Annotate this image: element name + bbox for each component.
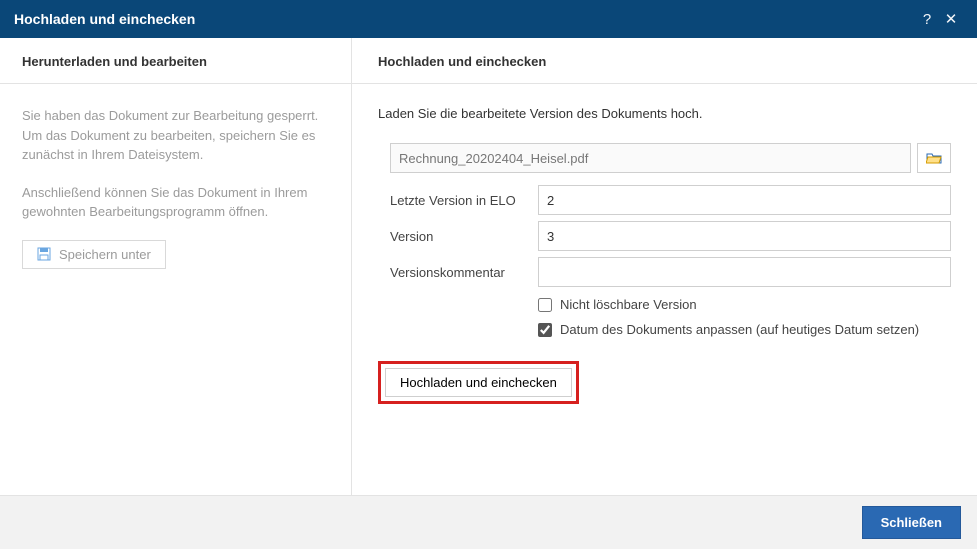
row-version: Version [378, 221, 951, 251]
upload-instruction: Laden Sie die bearbeitete Version des Do… [378, 106, 951, 121]
checkbox-adjust-date[interactable] [538, 323, 552, 337]
label-comment: Versionskommentar [390, 259, 538, 286]
label-nondeletable[interactable]: Nicht löschbare Version [560, 297, 697, 312]
row-last-version: Letzte Version in ELO [378, 185, 951, 215]
upload-checkin-button[interactable]: Hochladen und einchecken [385, 368, 572, 397]
checkbox-nondeletable[interactable] [538, 298, 552, 312]
input-version[interactable] [538, 221, 951, 251]
input-comment[interactable] [538, 257, 951, 287]
close-button-label: Schließen [881, 515, 942, 530]
save-icon [37, 247, 51, 261]
titlebar-title: Hochladen und einchecken [14, 11, 915, 27]
help-icon[interactable]: ? [915, 11, 939, 28]
label-last-version: Letzte Version in ELO [390, 187, 538, 214]
upload-button-highlight: Hochladen und einchecken [378, 361, 579, 404]
left-paragraph-1: Sie haben das Dokument zur Bearbeitung g… [22, 106, 329, 165]
dialog-footer: Schließen [0, 495, 977, 549]
folder-open-icon [926, 151, 942, 165]
save-as-button[interactable]: Speichern unter [22, 240, 166, 269]
save-as-label: Speichern unter [59, 247, 151, 262]
subheader: Herunterladen und bearbeiten Hochladen u… [0, 38, 977, 84]
close-button[interactable]: Schließen [862, 506, 961, 539]
right-heading: Hochladen und einchecken [352, 38, 977, 83]
left-column: Sie haben das Dokument zur Bearbeitung g… [0, 84, 352, 495]
titlebar: Hochladen und einchecken ? ✕ [0, 0, 977, 38]
left-heading: Herunterladen und bearbeiten [0, 38, 352, 83]
file-name-input[interactable] [390, 143, 911, 173]
row-adjustdate: Datum des Dokuments anpassen (auf heutig… [378, 322, 951, 337]
browse-button[interactable] [917, 143, 951, 173]
upload-checkin-label: Hochladen und einchecken [400, 375, 557, 390]
right-column: Laden Sie die bearbeitete Version des Do… [352, 84, 977, 495]
label-adjust-date[interactable]: Datum des Dokuments anpassen (auf heutig… [560, 322, 919, 337]
close-icon[interactable]: ✕ [939, 10, 963, 28]
row-nondeletable: Nicht löschbare Version [378, 297, 951, 312]
row-comment: Versionskommentar [378, 257, 951, 287]
input-last-version[interactable] [538, 185, 951, 215]
label-version: Version [390, 223, 538, 250]
left-paragraph-2: Anschließend können Sie das Dokument in … [22, 183, 329, 222]
dialog-body: Sie haben das Dokument zur Bearbeitung g… [0, 84, 977, 495]
file-row [378, 143, 951, 173]
